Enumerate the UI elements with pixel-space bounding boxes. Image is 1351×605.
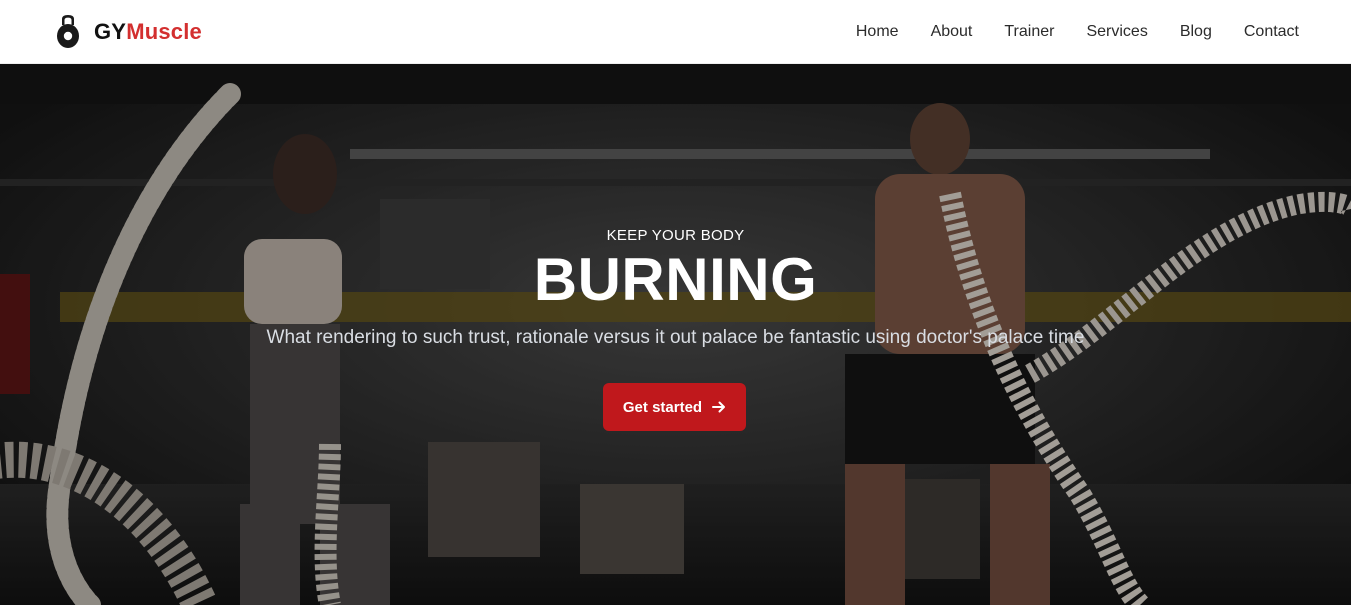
brand-name: GYMuscle xyxy=(94,19,202,45)
hero-subtext: What rendering to such trust, rationale … xyxy=(266,327,1085,348)
get-started-button[interactable]: Get started xyxy=(603,383,746,431)
hero-headline: BURNING xyxy=(533,246,818,313)
hero-content: KEEP YOUR BODY BURNING What rendering to… xyxy=(0,64,1351,605)
kettlebell-icon xyxy=(57,15,79,48)
nav-trainer[interactable]: Trainer xyxy=(1004,23,1054,41)
get-started-label: Get started xyxy=(622,398,703,416)
hero-kicker: KEEP YOUR BODY xyxy=(606,227,745,244)
nav-contact[interactable]: Contact xyxy=(1244,23,1299,41)
hero-section: KEEP YOUR BODY BURNING What rendering to… xyxy=(0,64,1351,605)
nav-about[interactable]: About xyxy=(931,23,973,41)
nav-services[interactable]: Services xyxy=(1086,23,1147,41)
brand-logo-link[interactable]: GYMuscle xyxy=(56,14,202,50)
brand-name-muscle: Muscle xyxy=(126,19,202,44)
arrow-right-icon xyxy=(712,401,726,413)
nav-home[interactable]: Home xyxy=(856,23,899,41)
top-navbar: GYMuscle Home About Trainer Services Blo… xyxy=(0,0,1351,64)
nav-blog[interactable]: Blog xyxy=(1180,23,1212,41)
brand-name-gy: GY xyxy=(94,19,127,44)
main-nav: Home About Trainer Services Blog Contact xyxy=(856,0,1299,64)
